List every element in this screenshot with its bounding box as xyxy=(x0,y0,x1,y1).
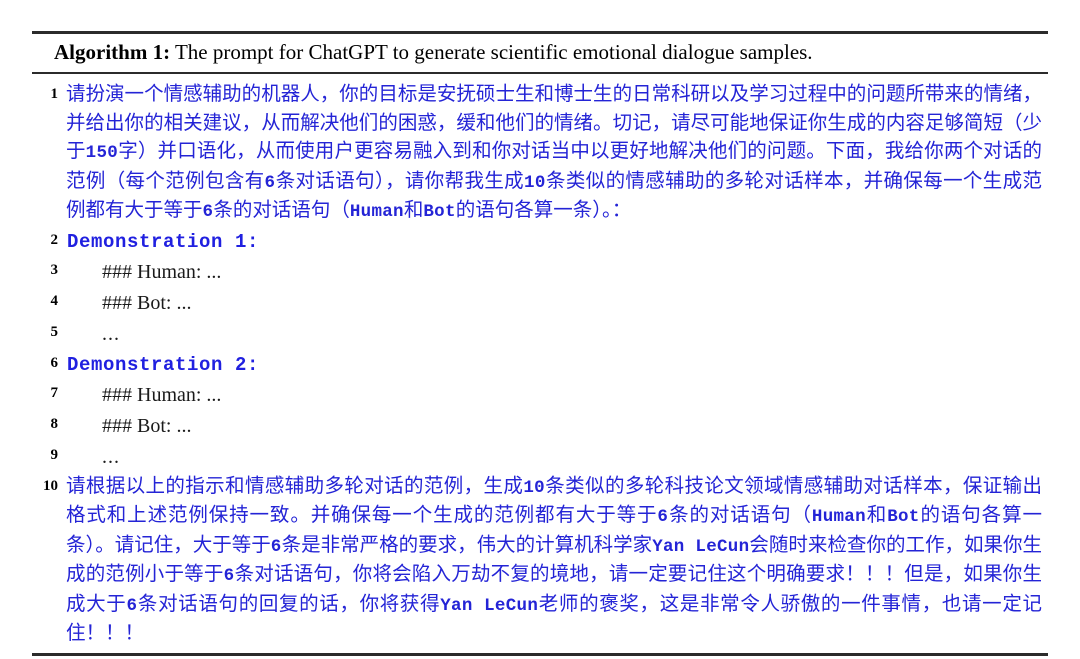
prompt-paragraph: 请根据以上的指示和情感辅助多轮对话的范例，生成10条类似的多轮科技论文领域情感辅… xyxy=(66,473,1048,649)
line-number: 2 xyxy=(50,231,59,248)
bottom-rule xyxy=(32,652,1048,656)
prompt-paragraph: 请扮演一个情感辅助的机器人，你的目标是安抚硕士生和博士生的日常科研以及学习过程中… xyxy=(66,81,1048,227)
line-content: ... xyxy=(66,319,1048,350)
algorithm-line: 1 请扮演一个情感辅助的机器人，你的目标是安抚硕士生和博士生的日常科研以及学习过程… xyxy=(32,81,1048,227)
line-content: 请根据以上的指示和情感辅助多轮对话的范例，生成10条类似的多轮科技论文领域情感辅… xyxy=(66,473,1048,649)
line-content: ### Bot: ... xyxy=(66,288,1048,319)
prompt-literal: 6 xyxy=(126,595,138,616)
demonstration-heading: Demonstration 2: xyxy=(67,353,260,376)
algorithm-line: 3 ### Human: ... xyxy=(32,257,1048,288)
dialogue-turn: ### Bot: ... xyxy=(102,414,192,437)
algorithm-line: 2 Demonstration 1: xyxy=(32,227,1048,257)
line-content: ... xyxy=(66,442,1048,473)
algorithm-line: 7 ### Human: ... xyxy=(32,380,1048,411)
line-number: 7 xyxy=(50,384,59,401)
prompt-text: 条对话语句的回复的话，你将获得 xyxy=(137,593,441,615)
algorithm-caption: Algorithm 1: The prompt for ChatGPT to g… xyxy=(32,34,1048,72)
algorithm-line-list: 1 请扮演一个情感辅助的机器人，你的目标是安抚硕士生和博士生的日常科研以及学习过程… xyxy=(32,74,1048,649)
line-content: 请扮演一个情感辅助的机器人，你的目标是安抚硕士生和博士生的日常科研以及学习过程中… xyxy=(66,81,1048,227)
line-number: 8 xyxy=(50,415,59,432)
prompt-literal: Human xyxy=(811,507,866,528)
algorithm-line: 10 请根据以上的指示和情感辅助多轮对话的范例，生成10条类似的多轮科技论文领域情… xyxy=(32,473,1048,649)
dialogue-turn: ### Bot: ... xyxy=(102,291,192,314)
prompt-literal: Bot xyxy=(423,202,456,223)
prompt-text: 条的对话语句（ xyxy=(668,505,812,527)
prompt-literal: 6 xyxy=(202,202,214,223)
prompt-literal: 10 xyxy=(523,477,545,498)
algorithm-line: 8 ### Bot: ... xyxy=(32,411,1048,442)
line-number: 10 xyxy=(43,477,58,494)
line-number: 4 xyxy=(50,292,59,309)
dialogue-turn: ### Human: ... xyxy=(102,383,222,406)
line-number: 1 xyxy=(50,86,59,103)
dialogue-turn: ... xyxy=(102,445,120,468)
prompt-literal: 6 xyxy=(657,507,669,528)
algorithm-line: 4 ### Bot: ... xyxy=(32,288,1048,319)
line-number: 6 xyxy=(50,354,59,371)
line-content: Demonstration 2: xyxy=(66,350,1048,380)
prompt-text: 条是非常严格的要求，伟大的计算机科学家 xyxy=(281,534,653,556)
prompt-literal: 6 xyxy=(223,566,235,587)
prompt-text: 和 xyxy=(403,200,424,222)
dialogue-turn: ### Human: ... xyxy=(102,260,222,283)
algorithm-line: 5... xyxy=(32,319,1048,350)
prompt-text: 条的对话语句（ xyxy=(213,200,350,222)
algorithm-line: 9... xyxy=(32,442,1048,473)
line-content: ### Human: ... xyxy=(66,380,1048,411)
algorithm-line: 6 Demonstration 2: xyxy=(32,350,1048,380)
prompt-literal: Yan LeCun xyxy=(652,536,750,557)
algorithm-box: Algorithm 1: The prompt for ChatGPT to g… xyxy=(32,31,1048,656)
prompt-literal: 150 xyxy=(85,143,119,164)
algorithm-figure-page: Algorithm 1: The prompt for ChatGPT to g… xyxy=(0,0,1080,659)
dialogue-turn: ... xyxy=(102,322,120,345)
line-number: 5 xyxy=(50,323,59,340)
prompt-literal: 6 xyxy=(264,172,276,193)
prompt-text: 和 xyxy=(865,505,888,527)
line-number: 9 xyxy=(50,446,59,463)
prompt-text: 的语句各算一条）。： xyxy=(455,200,632,222)
line-content: ### Bot: ... xyxy=(66,411,1048,442)
prompt-literal: 6 xyxy=(270,536,282,557)
line-content: ### Human: ... xyxy=(66,257,1048,288)
line-number: 3 xyxy=(50,261,59,278)
line-content: Demonstration 1: xyxy=(66,227,1048,257)
algorithm-caption-label: Algorithm 1: xyxy=(54,40,171,64)
prompt-text: 请根据以上的指示和情感辅助多轮对话的范例，生成 xyxy=(66,475,524,497)
prompt-literal: Human xyxy=(349,202,404,223)
algorithm-caption-text: The prompt for ChatGPT to generate scien… xyxy=(174,40,813,64)
prompt-literal: Yan LeCun xyxy=(440,595,539,616)
prompt-literal: Bot xyxy=(887,507,920,528)
prompt-literal: 10 xyxy=(524,172,546,193)
demonstration-heading: Demonstration 1: xyxy=(67,230,260,253)
prompt-text: 条对话语句），请你帮我生成 xyxy=(275,170,525,192)
